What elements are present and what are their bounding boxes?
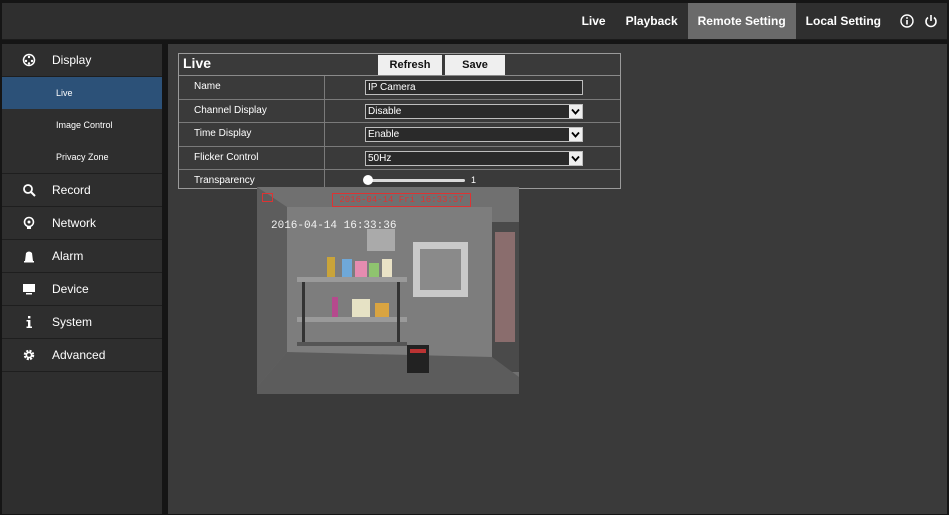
time-display-select[interactable]: Enable xyxy=(365,127,583,142)
sidebar-item-label: Device xyxy=(52,282,89,296)
sidebar-item-label: Record xyxy=(52,183,91,197)
top-nav: Live Playback Remote Setting Local Setti… xyxy=(572,3,939,39)
camera-scene-image xyxy=(257,187,519,394)
panel-title: Live xyxy=(183,55,212,71)
gear-icon xyxy=(21,347,37,363)
channel-display-select[interactable]: Disable xyxy=(365,103,583,119)
live-settings-panel: Live Refresh Save Name IP Camera Channel… xyxy=(178,53,621,193)
transparency-slider[interactable]: 1 xyxy=(363,174,485,187)
camera-preview: 2016-04-14 Fri 16:33:37 2016-04-14 16:33… xyxy=(257,187,519,394)
select-value: Disable xyxy=(368,105,402,117)
main-area: Live Refresh Save Name IP Camera Channel… xyxy=(168,44,947,514)
sidebar-item-record[interactable]: Record xyxy=(2,174,162,207)
nav-remote-setting[interactable]: Remote Setting xyxy=(687,3,796,39)
sidebar-sub-image-control[interactable]: Image Control xyxy=(2,109,162,141)
name-field[interactable]: IP Camera xyxy=(365,80,583,95)
setting-label: Time Display xyxy=(179,123,325,146)
select-value: 50Hz xyxy=(368,152,392,164)
setting-row-time-display: Time Display Enable xyxy=(179,123,620,147)
panel-header: Live Refresh Save xyxy=(179,54,620,76)
setting-row-flicker-control: Flicker Control 50Hz xyxy=(179,146,620,170)
setting-label: Name xyxy=(179,76,325,99)
chevron-down-icon[interactable] xyxy=(569,151,582,165)
sidebar-item-alarm[interactable]: Alarm xyxy=(2,240,162,273)
sidebar-item-label: System xyxy=(52,315,93,329)
sidebar-item-label: Network xyxy=(52,216,97,230)
network-icon xyxy=(21,215,37,231)
sidebar-item-display[interactable]: Display xyxy=(2,44,162,77)
slider-handle[interactable] xyxy=(363,175,373,185)
setting-label: Channel Display xyxy=(179,99,325,122)
select-value: Enable xyxy=(368,129,400,140)
slider-track[interactable] xyxy=(365,179,465,182)
osd-timestamp: 2016-04-14 16:33:36 xyxy=(271,220,397,232)
info-icon xyxy=(21,314,37,330)
sidebar-item-label: Alarm xyxy=(52,249,84,263)
power-icon[interactable] xyxy=(923,13,939,29)
display-icon xyxy=(21,52,37,68)
info-icon[interactable] xyxy=(899,13,915,29)
sidebar-item-system[interactable]: System xyxy=(2,306,162,339)
slider-value: 1 xyxy=(471,175,477,185)
top-bar: Live Playback Remote Setting Local Setti… xyxy=(2,3,947,40)
sidebar-sub-label: Privacy Zone xyxy=(56,152,109,162)
sidebar-sub-label: Image Control xyxy=(56,120,113,130)
refresh-button[interactable]: Refresh xyxy=(378,55,442,75)
sidebar-sub-label: Live xyxy=(56,88,73,98)
setting-row-channel-display: Channel Display Disable xyxy=(179,99,620,123)
nav-local-setting[interactable]: Local Setting xyxy=(796,3,891,39)
search-icon xyxy=(21,182,37,198)
flicker-control-select[interactable]: 50Hz xyxy=(365,150,583,166)
chevron-down-icon[interactable] xyxy=(569,104,582,118)
sidebar-sub-live[interactable]: Live xyxy=(2,77,162,109)
chevron-down-icon[interactable] xyxy=(569,128,582,141)
osd-marker xyxy=(262,193,273,202)
alarm-icon xyxy=(21,248,37,264)
osd-datetime-overlay: 2016-04-14 Fri 16:33:37 xyxy=(332,193,471,207)
setting-label: Flicker Control xyxy=(179,146,325,169)
sidebar-item-network[interactable]: Network xyxy=(2,207,162,240)
sidebar-item-label: Advanced xyxy=(52,348,106,362)
sidebar-sub-privacy-zone[interactable]: Privacy Zone xyxy=(2,141,162,174)
device-icon xyxy=(21,281,37,297)
nav-live[interactable]: Live xyxy=(572,3,616,39)
sidebar-item-advanced[interactable]: Advanced xyxy=(2,339,162,372)
sidebar: Display Live Image Control Privacy Zone … xyxy=(2,44,162,514)
sidebar-item-device[interactable]: Device xyxy=(2,273,162,306)
nav-playback[interactable]: Playback xyxy=(616,3,688,39)
save-button[interactable]: Save xyxy=(445,55,505,75)
setting-row-name: Name IP Camera xyxy=(179,76,620,100)
sidebar-item-label: Display xyxy=(52,53,92,67)
